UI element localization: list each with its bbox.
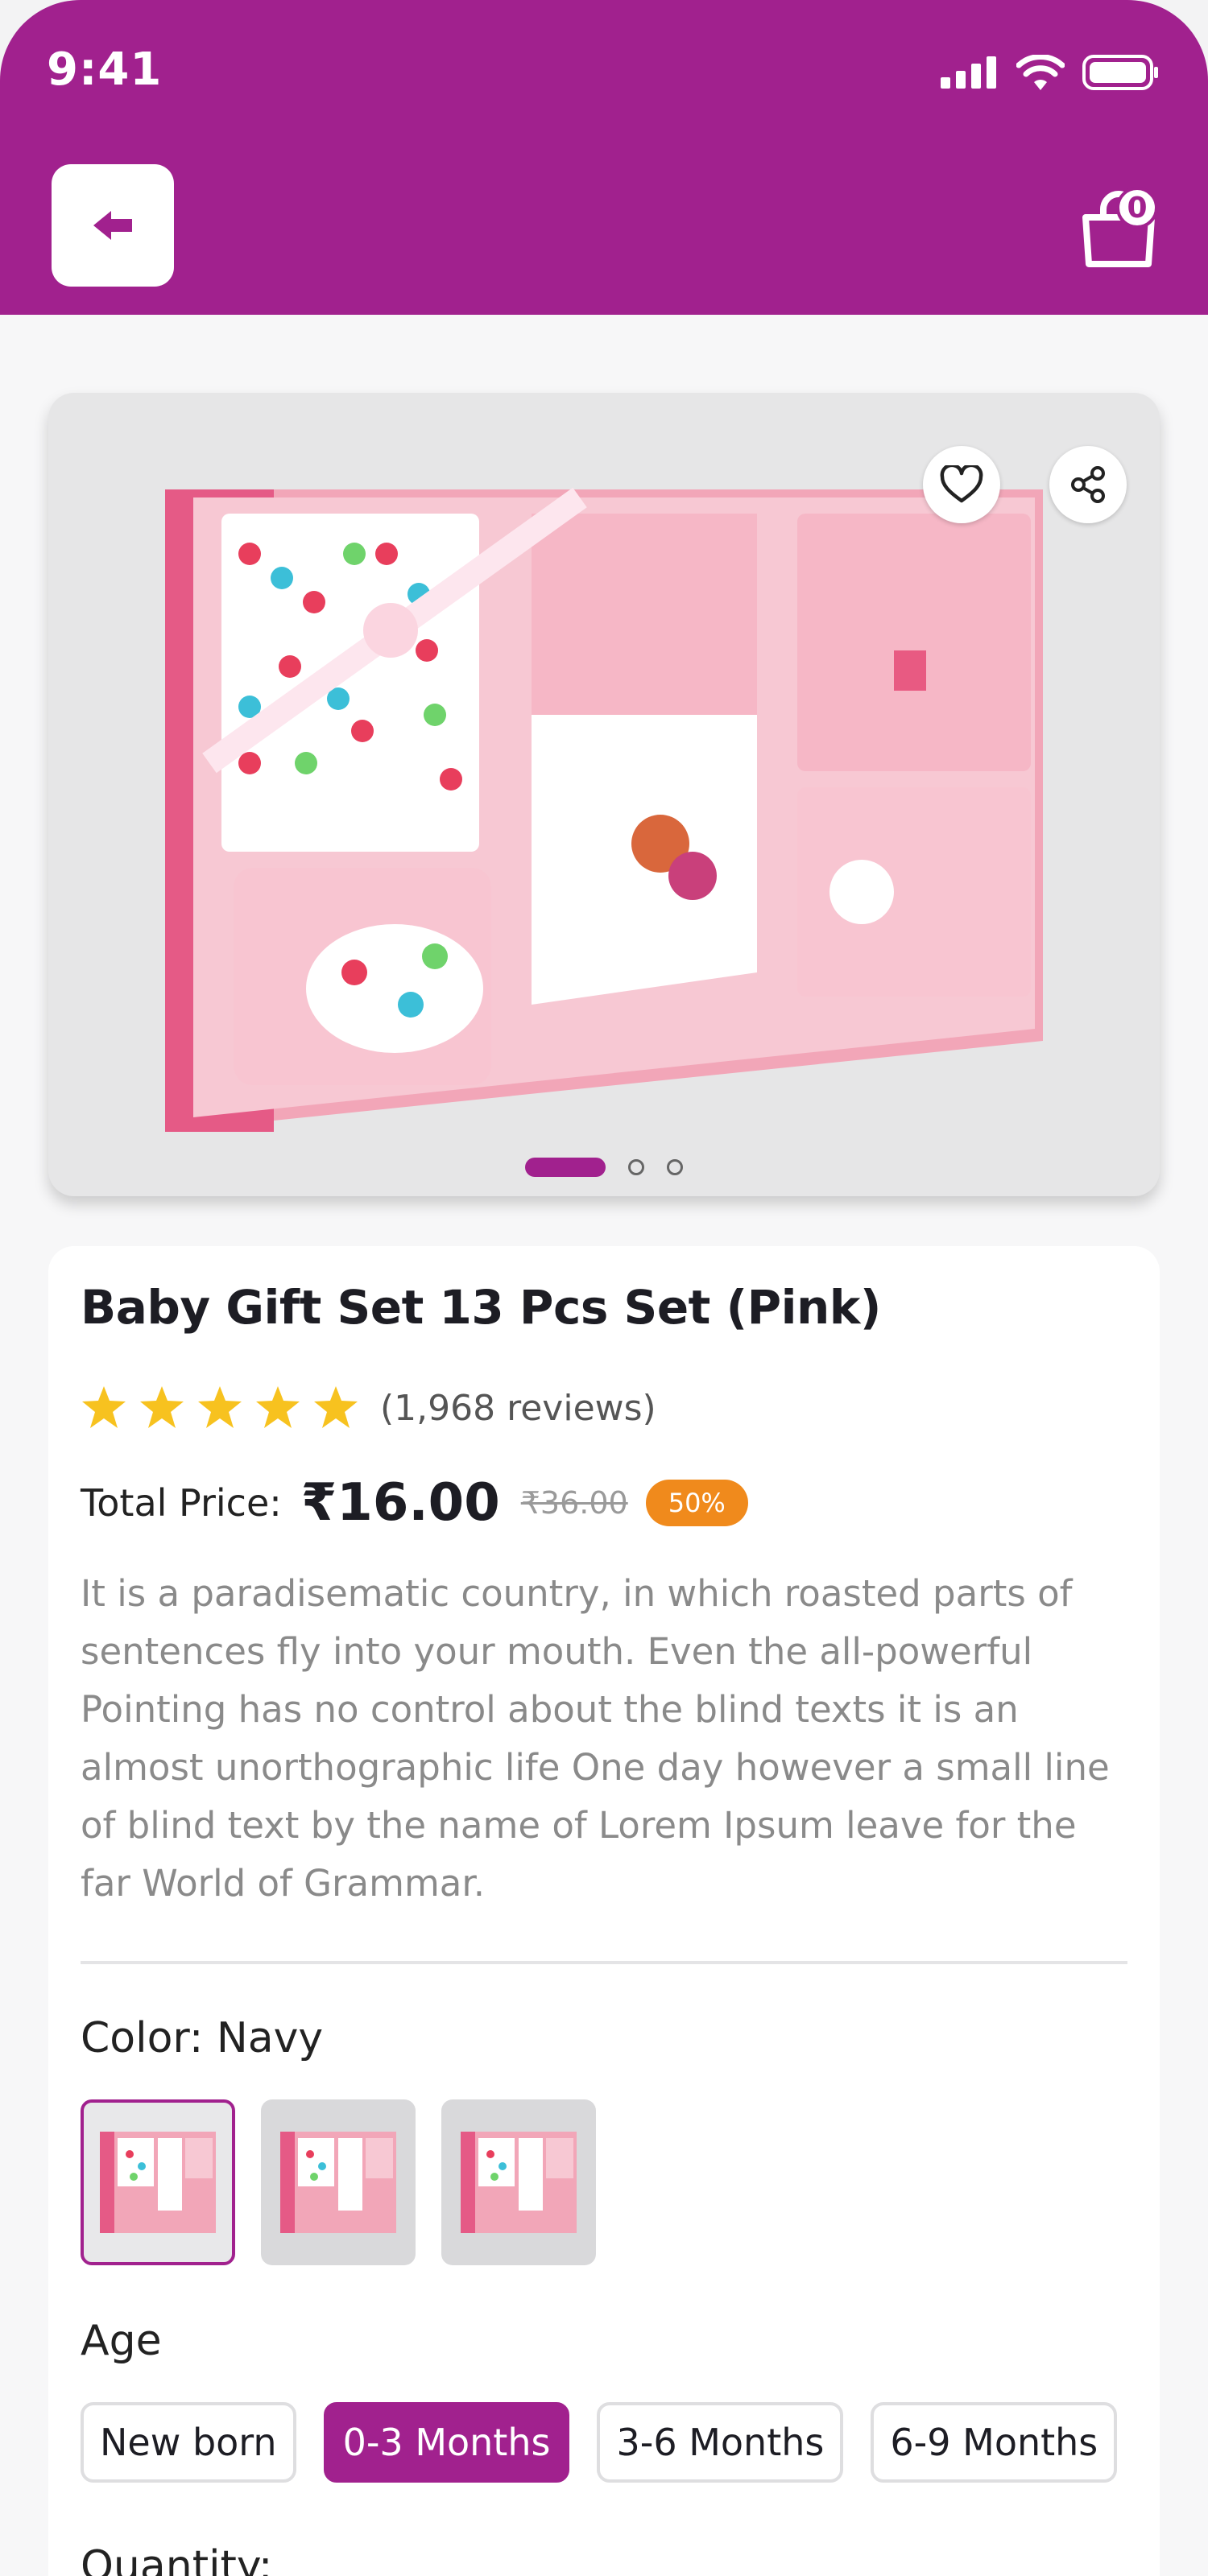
age-option-0-3-months[interactable]: 0-3 Months bbox=[323, 2402, 570, 2483]
discount-badge: 50% bbox=[645, 1480, 748, 1526]
carousel-dot[interactable] bbox=[667, 1159, 683, 1175]
age-option-new-born[interactable]: New born bbox=[81, 2402, 296, 2483]
quantity-label: Quantity: bbox=[81, 2542, 273, 2576]
price-label: Total Price: bbox=[81, 1481, 282, 1525]
carousel-dot-active[interactable] bbox=[525, 1158, 606, 1177]
swatch-thumbnail bbox=[280, 2132, 396, 2233]
wishlist-button[interactable] bbox=[923, 446, 1000, 523]
share-button[interactable] bbox=[1049, 446, 1127, 523]
age-label: Age bbox=[81, 2317, 162, 2365]
price-row: Total Price: ₹16.00 ₹36.00 50% bbox=[81, 1473, 748, 1533]
battery-icon bbox=[1082, 55, 1158, 90]
product-image-carousel[interactable] bbox=[48, 393, 1160, 1196]
status-icons bbox=[941, 52, 1160, 93]
carousel-pagination bbox=[48, 1158, 1160, 1177]
signal-icon bbox=[941, 56, 996, 89]
carousel-dot[interactable] bbox=[628, 1159, 644, 1175]
color-swatch[interactable] bbox=[261, 2099, 416, 2265]
star-icon bbox=[256, 1386, 300, 1428]
swatch-thumbnail bbox=[100, 2132, 216, 2233]
divider bbox=[81, 1961, 1127, 1964]
color-swatch[interactable] bbox=[441, 2099, 596, 2265]
arrow-left-icon bbox=[93, 211, 132, 240]
product-description: It is a paradisematic country, in which … bbox=[81, 1572, 1110, 1905]
app-bar: 9:41 0 bbox=[0, 0, 1208, 315]
age-option-6-9-months[interactable]: 6-9 Months bbox=[871, 2402, 1118, 2483]
current-price: ₹16.00 bbox=[300, 1473, 500, 1533]
product-info-card: Baby Gift Set 13 Pcs Set (Pink) (1,968 r… bbox=[48, 1246, 1160, 2576]
color-swatch-selected[interactable] bbox=[81, 2099, 235, 2265]
rating-stars bbox=[81, 1385, 359, 1430]
product-image bbox=[165, 487, 1043, 1132]
share-icon bbox=[1071, 466, 1105, 503]
cart-count-badge: 0 bbox=[1116, 187, 1158, 229]
original-price: ₹36.00 bbox=[520, 1485, 628, 1521]
star-icon bbox=[82, 1386, 126, 1428]
star-icon bbox=[140, 1386, 184, 1428]
screen: 9:41 0 Baby Gift Set 13 Pcs Set (Pink) (… bbox=[0, 0, 1208, 2576]
age-option-3-6-months[interactable]: 3-6 Months bbox=[597, 2402, 844, 2483]
age-options: New born 0-3 Months 3-6 Months 6-9 Month… bbox=[81, 2402, 1118, 2483]
wifi-icon bbox=[1016, 55, 1065, 90]
swatch-thumbnail bbox=[461, 2132, 577, 2233]
star-icon bbox=[314, 1386, 358, 1428]
star-icon bbox=[198, 1386, 242, 1428]
color-swatches bbox=[81, 2099, 596, 2265]
status-time: 9:41 bbox=[47, 43, 163, 96]
heart-icon bbox=[940, 465, 983, 503]
reviews-count[interactable]: (1,968 reviews) bbox=[380, 1388, 656, 1429]
back-button[interactable] bbox=[52, 164, 174, 287]
product-title: Baby Gift Set 13 Pcs Set (Pink) bbox=[81, 1280, 881, 1335]
color-label: Color: Navy bbox=[81, 2014, 324, 2062]
